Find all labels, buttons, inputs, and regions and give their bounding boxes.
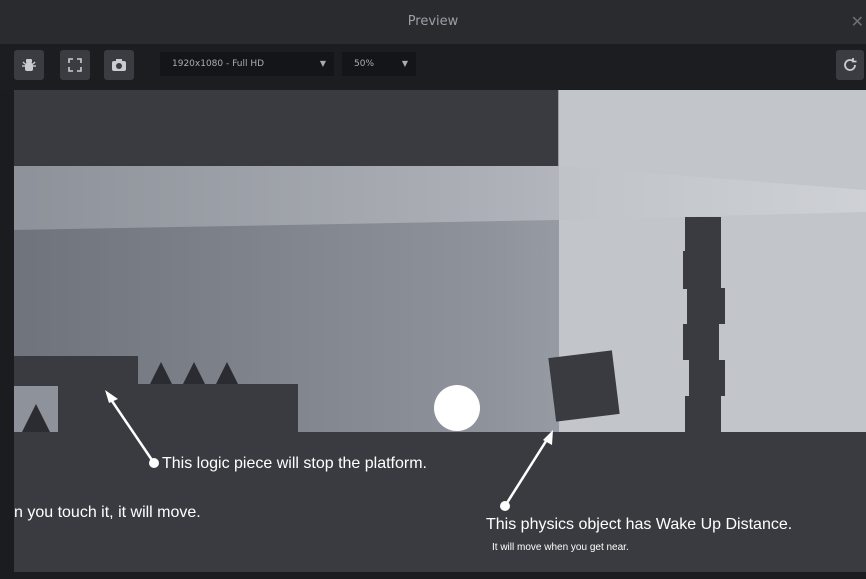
window-titlebar: Preview ✕ (0, 0, 866, 44)
preview-toolbar: 1920x1080 - Full HD ▼ 50% ▼ (0, 44, 866, 90)
physics-hint-annotation: It will move when you get near. (492, 542, 629, 553)
fullscreen-button[interactable] (60, 50, 90, 80)
ceiling-block (14, 90, 558, 166)
window-title: Preview (407, 14, 459, 29)
game-viewport[interactable]: This logic piece will stop the platform.… (14, 90, 866, 572)
debug-button[interactable] (14, 50, 44, 80)
tower-box (685, 396, 721, 432)
tower-box (687, 288, 725, 324)
floor (14, 432, 866, 572)
logic-arrow-dot (149, 458, 159, 468)
player-ball (434, 385, 480, 431)
screenshot-button[interactable] (104, 50, 134, 80)
chevron-down-icon: ▼ (319, 59, 326, 68)
game-scene (14, 90, 866, 572)
reload-button[interactable] (836, 50, 864, 80)
tower-box (685, 217, 721, 251)
physics-box (548, 350, 620, 422)
zoom-select[interactable]: 50% ▼ (342, 52, 416, 76)
refresh-icon (844, 58, 857, 71)
chevron-down-icon: ▼ (401, 59, 408, 68)
tower-box (683, 251, 721, 289)
tower-box (689, 360, 725, 396)
tower-box (683, 324, 719, 360)
close-icon[interactable]: ✕ (851, 12, 864, 32)
window-bottom-edge (0, 572, 866, 579)
resolution-select[interactable]: 1920x1080 - Full HD ▼ (160, 52, 334, 76)
resolution-value: 1920x1080 - Full HD (172, 59, 265, 69)
middle-platform (138, 384, 298, 432)
logic-piece-annotation: This logic piece will stop the platform. (162, 455, 427, 472)
physics-arrow-dot (500, 501, 510, 511)
zoom-value: 50% (354, 59, 375, 69)
physics-object-annotation: This physics object has Wake Up Distance… (486, 516, 793, 533)
bug-icon (22, 59, 36, 71)
camera-icon (112, 59, 126, 71)
fullscreen-icon (68, 58, 82, 72)
touch-move-annotation: n you touch it, it will move. (14, 504, 201, 521)
